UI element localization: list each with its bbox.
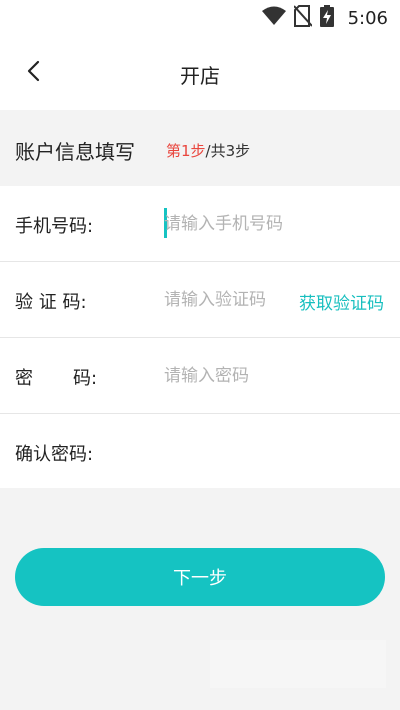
code-input[interactable] xyxy=(164,283,272,317)
status-time: 5:06 xyxy=(347,7,388,29)
code-row: 验 证 码: 获取验证码 xyxy=(0,262,400,338)
step-indicator: 第1步/共3步 xyxy=(166,140,250,161)
password-input[interactable] xyxy=(164,359,284,393)
status-bar: 5:06 xyxy=(0,0,400,36)
page-title: 开店 xyxy=(180,64,220,88)
phone-input[interactable] xyxy=(164,207,364,241)
phone-label: 手机号码: xyxy=(15,216,94,237)
obscured-region xyxy=(210,640,386,688)
password-label: 密 码: xyxy=(15,368,98,389)
step-current: 第1步 xyxy=(166,142,206,160)
status-icons: 5:06 xyxy=(261,5,388,31)
obscured-region xyxy=(272,360,390,390)
battery-charging-icon xyxy=(319,5,334,31)
no-sim-icon xyxy=(292,5,313,31)
section-header: 账户信息填写 第1步/共3步 xyxy=(0,110,400,186)
nav-bar: 开店 xyxy=(0,36,400,110)
step-total: /共3步 xyxy=(205,142,251,160)
phone-row: 手机号码: xyxy=(0,186,400,262)
next-step-button[interactable]: 下一步 xyxy=(15,548,385,606)
get-code-button[interactable]: 获取验证码 xyxy=(299,289,384,314)
wifi-icon xyxy=(261,6,286,30)
code-label: 验 证 码: xyxy=(15,292,87,313)
obscured-region xyxy=(148,430,390,474)
confirm-label: 确认密码: xyxy=(15,444,94,465)
section-title: 账户信息填写 xyxy=(15,140,135,164)
